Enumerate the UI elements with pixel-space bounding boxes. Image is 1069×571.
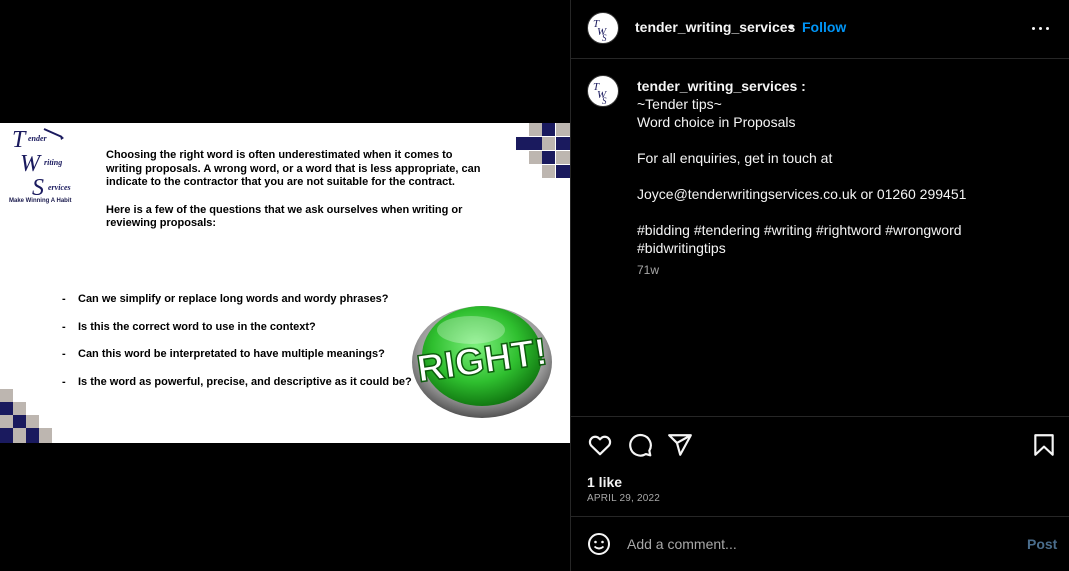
slide-intro-paragraph: Choosing the right word is often underes… <box>106 149 481 189</box>
post-caption: tender_writing_services : ~Tender tips~ … <box>637 77 1047 257</box>
caption-line: Word choice in Proposals <box>637 114 796 130</box>
post-image-slide[interactable]: T ender W riting S ervices Make Winning … <box>0 123 570 443</box>
comment-bar: Post <box>571 516 1069 571</box>
post-comment-button[interactable]: Post <box>1027 536 1057 552</box>
caption-line: ~Tender tips~ <box>637 96 722 112</box>
caption-avatar[interactable]: T W S <box>587 75 619 107</box>
list-item: - Can this word be interpretated to have … <box>62 348 385 361</box>
follow-button[interactable]: Follow <box>802 19 846 35</box>
share-icon[interactable] <box>667 432 693 458</box>
more-options-icon[interactable] <box>1029 18 1053 38</box>
svg-text:T: T <box>12 127 27 153</box>
svg-text:ervices: ervices <box>48 183 71 192</box>
post-media: T ender W riting S ervices Make Winning … <box>0 0 570 571</box>
caption-line: For all enquiries, get in touch at <box>637 150 833 166</box>
list-item: - Is this the correct word to use in the … <box>62 320 316 333</box>
svg-text:ender: ender <box>28 134 48 143</box>
like-count[interactable]: 1 like <box>587 474 622 490</box>
slide-intro: Choosing the right word is often underes… <box>106 149 486 245</box>
right-button-graphic: RIGHT! <box>412 306 552 418</box>
svg-text:riting: riting <box>44 158 62 167</box>
avatar[interactable]: T W S <box>587 12 619 44</box>
slide-bullet-list: - Can we simplify or replace long words a… <box>62 293 417 403</box>
svg-text:S: S <box>602 96 607 106</box>
caption-line <box>637 167 1047 185</box>
post-date: APRIL 29, 2022 <box>587 493 661 504</box>
separator-dot: • <box>789 19 794 35</box>
avatar-logo: T W S <box>593 18 607 43</box>
emoji-icon[interactable] <box>587 532 611 556</box>
slide-intro-paragraph: Here is a few of the questions that we a… <box>106 203 463 230</box>
post-header: T W S tender_writing_services • Follow <box>571 0 1069 59</box>
caption-line: #bidding #tendering #writing #rightword … <box>637 222 962 238</box>
caption-line <box>637 203 1047 221</box>
post-author-username[interactable]: tender_writing_services <box>635 19 795 35</box>
post-age[interactable]: 71w <box>637 263 659 277</box>
post-actions: 1 like APRIL 29, 2022 <box>571 416 1069 516</box>
list-item: - Can we simplify or replace long words a… <box>62 293 389 305</box>
list-item: - Is the word as powerful, precise, and d… <box>62 375 412 388</box>
caption-line: #bidwritingtips <box>637 240 726 256</box>
bookmark-icon[interactable] <box>1031 432 1057 458</box>
svg-text:S: S <box>602 33 607 43</box>
heart-icon[interactable] <box>587 432 613 458</box>
comment-input[interactable] <box>627 533 1007 555</box>
avatar-logo: T W S <box>593 81 607 106</box>
pixel-pattern-decoration <box>0 389 52 443</box>
logo-tagline: Make Winning A Habit <box>9 198 72 204</box>
caption-username[interactable]: tender_writing_services : <box>637 77 1047 95</box>
caption-line <box>637 131 1047 149</box>
svg-text:W: W <box>20 151 42 177</box>
post-details-panel: T W S tender_writing_services • Follow T… <box>570 0 1069 571</box>
comment-icon[interactable] <box>627 432 653 458</box>
caption-line: Joyce@tenderwritingservices.co.uk or 012… <box>637 186 967 202</box>
pixel-pattern-decoration <box>516 123 570 178</box>
